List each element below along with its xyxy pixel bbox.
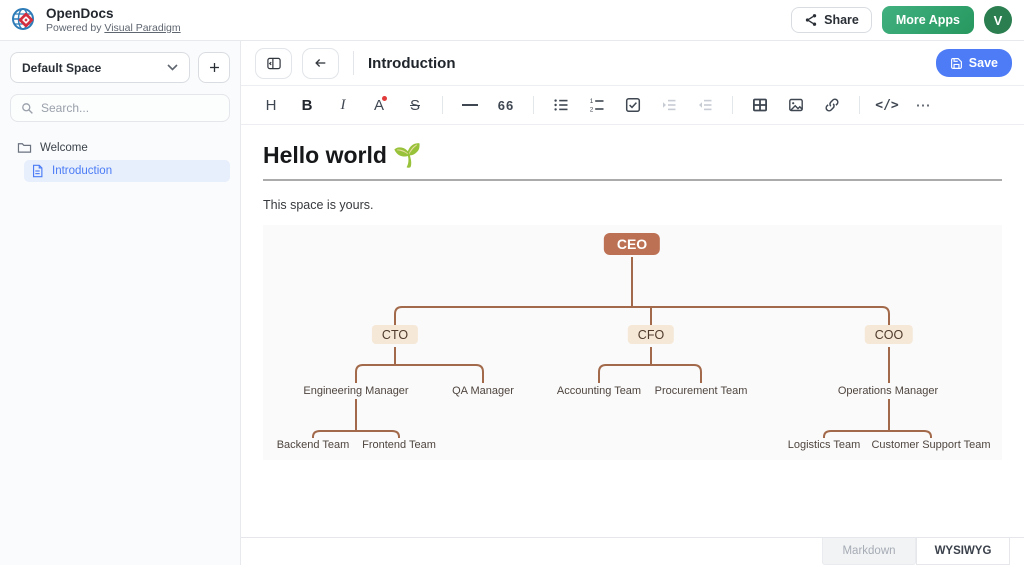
task-list-icon xyxy=(625,97,641,113)
outdent-button[interactable] xyxy=(689,91,721,119)
divider xyxy=(533,96,534,114)
tab-markdown[interactable]: Markdown xyxy=(822,538,916,565)
blockquote-button[interactable]: 66 xyxy=(490,91,522,119)
tree-item-label: Introduction xyxy=(52,165,112,177)
numbered-list-button[interactable]: 1 2 xyxy=(581,91,613,119)
main-panel: Introduction Save H B I xyxy=(241,41,1024,565)
indent-icon xyxy=(661,97,677,113)
app-logo-icon xyxy=(10,6,38,34)
indent-button[interactable] xyxy=(653,91,685,119)
chevron-down-icon xyxy=(167,64,178,71)
tree-item-welcome[interactable]: Welcome xyxy=(10,137,230,158)
bullet-list-button[interactable] xyxy=(545,91,577,119)
divider xyxy=(732,96,733,114)
back-button[interactable] xyxy=(302,48,339,79)
space-row: Default Space xyxy=(10,52,230,83)
user-avatar[interactable]: V xyxy=(984,6,1012,34)
app-name: OpenDocs xyxy=(46,6,181,22)
tree-item-introduction[interactable]: Introduction xyxy=(24,160,230,182)
heading-button[interactable]: H xyxy=(255,91,287,119)
powered-by: Powered by Visual Paradigm xyxy=(46,22,181,34)
document-canvas[interactable]: Hello world 🌱 This space is yours. xyxy=(241,125,1024,537)
italic-button[interactable]: I xyxy=(327,91,359,119)
bold-button[interactable]: B xyxy=(291,91,323,119)
org-node-frontend-team[interactable]: Frontend Team xyxy=(362,439,436,451)
org-node-operations-manager[interactable]: Operations Manager xyxy=(838,385,938,397)
plus-icon xyxy=(208,61,221,74)
search-box[interactable] xyxy=(10,94,230,122)
document-icon xyxy=(31,164,44,178)
org-node-cfo[interactable]: CFO xyxy=(628,325,674,344)
code-button[interactable]: </> xyxy=(871,91,903,119)
page-tree: Welcome Introduction xyxy=(10,137,230,182)
divider xyxy=(859,96,860,114)
outdent-icon xyxy=(697,97,713,113)
tab-wysiwyg[interactable]: WYSIWYG xyxy=(916,538,1010,565)
save-icon xyxy=(950,57,963,70)
brand-text: OpenDocs Powered by Visual Paradigm xyxy=(46,6,181,34)
org-node-customer-support-team[interactable]: Customer Support Team xyxy=(871,439,990,451)
document-paragraph: This space is yours. xyxy=(263,198,1002,212)
sidebar: Default Space xyxy=(0,41,241,565)
insert-image-button[interactable] xyxy=(780,91,812,119)
numbered-list-icon: 1 2 xyxy=(589,97,605,113)
space-selector[interactable]: Default Space xyxy=(10,52,190,83)
horizontal-rule-icon xyxy=(462,104,478,106)
org-chart[interactable]: CEO CTO CFO COO Engineering Manager QA M… xyxy=(263,225,1002,460)
app-window: OpenDocs Powered by Visual Paradigm xyxy=(0,0,1024,565)
more-options-button[interactable]: ⋯ xyxy=(907,91,939,119)
divider xyxy=(442,96,443,114)
horizontal-rule-button[interactable] xyxy=(454,91,486,119)
doc-header: Introduction Save xyxy=(241,41,1024,86)
insert-link-button[interactable] xyxy=(816,91,848,119)
share-label: Share xyxy=(824,13,859,27)
task-list-button[interactable] xyxy=(617,91,649,119)
share-icon xyxy=(804,13,818,27)
share-button[interactable]: Share xyxy=(791,7,872,33)
search-icon xyxy=(21,102,34,115)
org-node-backend-team[interactable]: Backend Team xyxy=(277,439,350,451)
svg-text:1: 1 xyxy=(590,98,594,105)
title-underline xyxy=(263,179,1002,181)
arrow-left-icon xyxy=(313,56,328,70)
add-space-button[interactable] xyxy=(198,52,230,83)
search-input[interactable] xyxy=(41,101,219,115)
page-title: Introduction xyxy=(368,55,455,72)
org-node-engineering-manager[interactable]: Engineering Manager xyxy=(303,385,408,397)
org-node-qa-manager[interactable]: QA Manager xyxy=(452,385,514,397)
svg-text:2: 2 xyxy=(590,106,594,113)
brand: OpenDocs Powered by Visual Paradigm xyxy=(10,6,181,34)
tree-item-label: Welcome xyxy=(40,142,88,154)
folder-icon xyxy=(17,141,32,154)
editor-status-bar: Markdown WYSIWYG xyxy=(241,537,1024,565)
org-node-procurement-team[interactable]: Procurement Team xyxy=(655,385,748,397)
org-node-cto[interactable]: CTO xyxy=(372,325,418,344)
document-title: Hello world 🌱 xyxy=(263,142,1002,169)
link-icon xyxy=(824,97,840,113)
org-node-ceo[interactable]: CEO xyxy=(604,233,660,255)
org-node-logistics-team[interactable]: Logistics Team xyxy=(788,439,861,451)
space-selector-value: Default Space xyxy=(22,61,101,75)
bullet-list-icon xyxy=(553,97,569,113)
more-apps-button[interactable]: More Apps xyxy=(882,6,974,34)
text-color-button[interactable]: A xyxy=(363,91,395,119)
sidebar-collapse-icon xyxy=(266,56,282,71)
color-dot-icon xyxy=(382,96,387,101)
toggle-sidebar-button[interactable] xyxy=(255,48,292,79)
body-row: Default Space xyxy=(0,41,1024,565)
insert-table-button[interactable] xyxy=(744,91,776,119)
org-node-coo[interactable]: COO xyxy=(865,325,913,344)
table-icon xyxy=(752,97,768,113)
header-actions: Share More Apps V xyxy=(791,6,1012,34)
save-label: Save xyxy=(969,56,998,70)
image-icon xyxy=(788,97,804,113)
top-header: OpenDocs Powered by Visual Paradigm xyxy=(0,0,1024,41)
strikethrough-button[interactable]: S xyxy=(399,91,431,119)
save-button[interactable]: Save xyxy=(936,49,1012,77)
org-node-accounting-team[interactable]: Accounting Team xyxy=(557,385,641,397)
divider xyxy=(353,51,354,75)
visual-paradigm-link[interactable]: Visual Paradigm xyxy=(104,22,180,34)
formatting-toolbar: H B I A S 66 xyxy=(241,86,1024,125)
